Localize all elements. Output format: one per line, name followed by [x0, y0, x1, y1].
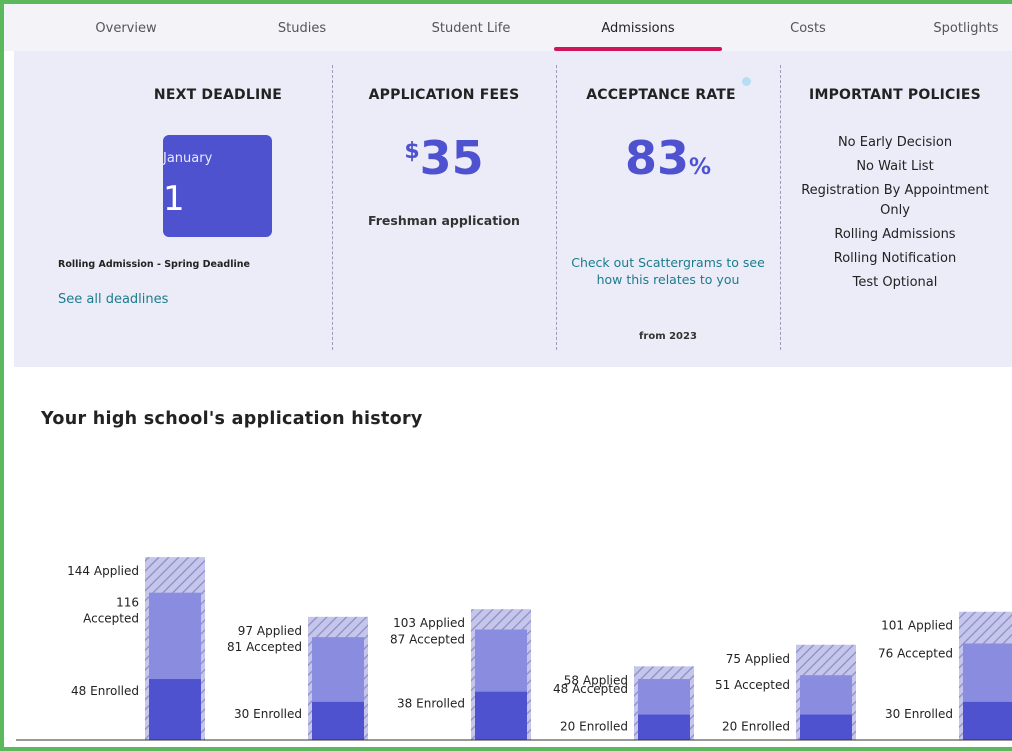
label-accepted: 76 Accepted: [878, 646, 953, 660]
label-applied: 97 Applied: [238, 624, 302, 638]
acceptance-year-note: from 2023: [639, 331, 697, 342]
label-applied: 101 Applied: [881, 619, 953, 633]
x-tick-label: 2023: [158, 747, 191, 751]
rate-number: 83: [624, 131, 689, 185]
deadline-day: 1: [163, 179, 185, 219]
bar-enrolled: [475, 691, 527, 740]
label-accepted: 87 Accepted: [390, 633, 465, 647]
tab-studies[interactable]: Studies: [252, 4, 352, 51]
policy-item: No Wait List: [856, 159, 934, 174]
app-frame: Overview Studies Student Life Admissions…: [0, 0, 1012, 751]
x-tick-label: 2018: [972, 747, 1005, 751]
policy-item: Registration By Appointment Only: [801, 183, 989, 218]
bar-enrolled: [149, 679, 201, 740]
x-tick-label: 2019: [809, 747, 842, 751]
fee-value: 35: [419, 131, 484, 185]
scattergrams-link[interactable]: Check out Scattergrams to see how this r…: [566, 254, 770, 288]
acceptance-rate-value: 83%: [556, 131, 780, 185]
policy-item: No Early Decision: [837, 135, 953, 150]
bar-enrolled: [638, 714, 690, 740]
acceptance-rate-column: ACCEPTANCE RATE 83% Check out Scattergra…: [556, 51, 780, 367]
application-fee-amount: $35: [332, 131, 556, 185]
see-all-deadlines-link[interactable]: See all deadlines: [58, 292, 378, 307]
label-enrolled: 30 Enrolled: [234, 707, 302, 721]
label-enrolled: 20 Enrolled: [560, 720, 628, 734]
tab-spotlights[interactable]: Spotlights: [916, 4, 1012, 51]
info-icon[interactable]: [742, 77, 751, 86]
application-history-title: Your high school's application history: [41, 409, 423, 429]
tab-overview[interactable]: Overview: [76, 4, 176, 51]
application-fees-title: APPLICATION FEES: [368, 87, 520, 103]
label-enrolled: 48 Enrolled: [71, 684, 139, 698]
label-enrolled: 20 Enrolled: [722, 720, 790, 734]
label-accepted: 51 Accepted: [715, 678, 790, 692]
tab-admissions[interactable]: Admissions: [554, 4, 722, 51]
x-tick-label: 2022: [321, 747, 354, 751]
deadline-month: January: [163, 151, 213, 166]
label-accepted: 116: [116, 596, 139, 610]
label-accepted: 48 Accepted: [553, 682, 628, 696]
label-accepted-suffix: Accepted: [83, 612, 139, 626]
admissions-summary-panel: NEXT DEADLINE January 1 Rolling Admissio…: [14, 51, 1012, 367]
label-enrolled: 38 Enrolled: [397, 697, 465, 711]
policy-item: Rolling Admissions: [834, 227, 956, 242]
application-fees-column: APPLICATION FEES $35 Freshman applicatio…: [332, 51, 556, 367]
policy-item: Rolling Notification: [833, 251, 957, 266]
next-deadline-title: NEXT DEADLINE: [153, 87, 283, 103]
tab-student-life[interactable]: Student Life: [416, 4, 526, 51]
x-tick-label: 2021: [484, 747, 517, 751]
important-policies-column: IMPORTANT POLICIES No Early Decision No …: [786, 51, 1004, 367]
rate-unit: %: [688, 155, 712, 180]
bar-enrolled: [963, 701, 1012, 740]
fee-caption: Freshman application: [368, 213, 520, 228]
label-enrolled: 30 Enrolled: [885, 707, 953, 721]
deadline-caption: Rolling Admission - Spring Deadline: [58, 259, 250, 270]
important-policies-title: IMPORTANT POLICIES: [809, 87, 981, 103]
label-applied: 144 Applied: [67, 564, 139, 578]
column-divider: [780, 65, 781, 350]
application-history-chart: 144 Applied 116 Accepted 48 Enrolled 2023 97 …: [16, 557, 1012, 751]
bar-enrolled: [312, 701, 364, 740]
bar-enrolled: [800, 714, 852, 740]
policies-list: No Early Decision No Wait List Registrat…: [786, 131, 1004, 295]
tab-costs[interactable]: Costs: [764, 4, 852, 51]
x-tick-label: 2020: [647, 747, 680, 751]
currency-symbol: $: [404, 139, 420, 164]
section-tabs: Overview Studies Student Life Admissions…: [4, 4, 1012, 51]
deadline-date-card: January 1: [163, 135, 272, 237]
label-applied: 103 Applied: [393, 616, 465, 630]
label-applied: 75 Applied: [726, 652, 790, 666]
label-accepted: 81 Accepted: [227, 640, 302, 654]
policy-item: Test Optional: [852, 275, 938, 290]
acceptance-rate-title: ACCEPTANCE RATE: [586, 87, 736, 103]
